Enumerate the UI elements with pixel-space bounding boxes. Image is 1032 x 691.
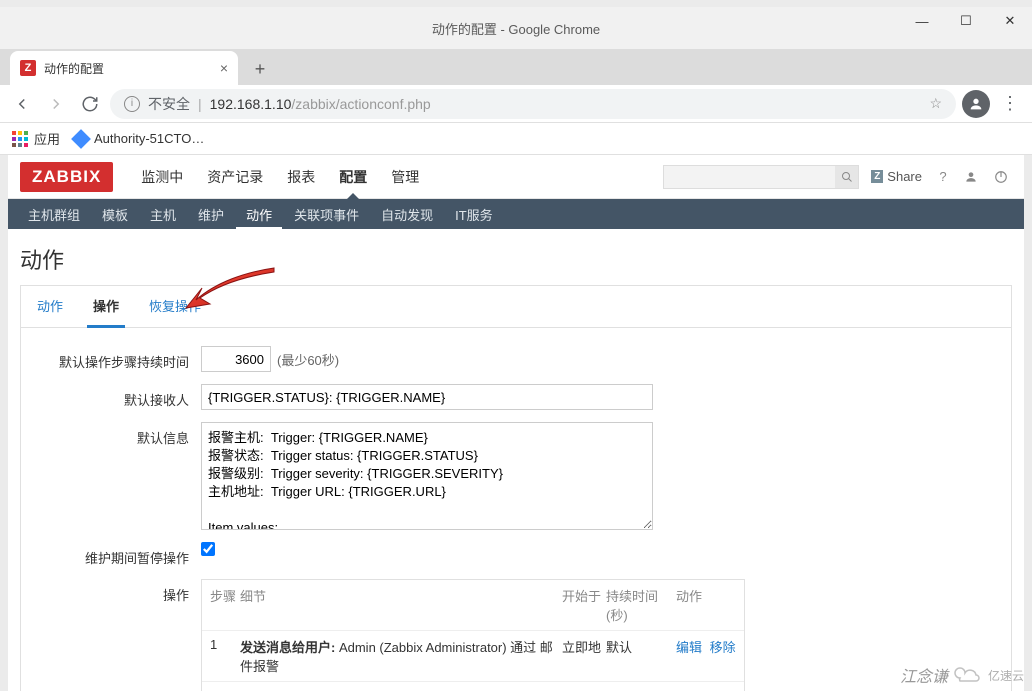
operations-form: 默认操作步骤持续时间 (最少60秒) 默认接收人 默认信息 报警主机: bbox=[21, 328, 1011, 691]
ops-row-step: 1 bbox=[210, 637, 240, 675]
main-menu-inventory[interactable]: 资产记录 bbox=[197, 155, 273, 199]
ops-row-detail: 发送消息给用户: Admin (Zabbix Administrator) 通过… bbox=[240, 637, 562, 675]
minimize-button[interactable]: — bbox=[900, 7, 944, 35]
search-input[interactable] bbox=[664, 170, 835, 184]
window-title-bar: 动作的配置 - Google Chrome — ☐ ✕ bbox=[0, 7, 1032, 49]
tab-title: 动作的配置 bbox=[44, 60, 212, 77]
reload-button[interactable] bbox=[76, 90, 104, 118]
main-menu-admin[interactable]: 管理 bbox=[381, 155, 429, 199]
browser-tabs: Z 动作的配置 × + bbox=[0, 49, 1032, 85]
bookmark-star-icon[interactable]: ☆ bbox=[929, 95, 942, 112]
recipient-label: 默认接收人 bbox=[39, 384, 201, 409]
ops-head-step: 步骤 bbox=[210, 586, 240, 624]
url-text: 192.168.1.10/zabbix/actionconf.php bbox=[210, 96, 431, 112]
ops-head-dur: 持续时间(秒) bbox=[606, 586, 676, 624]
sub-menu-actions[interactable]: 动作 bbox=[236, 199, 282, 230]
ops-row-dur: 默认 bbox=[606, 637, 676, 675]
new-tab-button[interactable]: + bbox=[246, 55, 274, 83]
apps-shortcut[interactable]: 应用 bbox=[12, 129, 60, 148]
sub-menu-itservices[interactable]: IT服务 bbox=[445, 199, 503, 230]
watermark: 江念谦 亿速云 bbox=[900, 663, 1024, 687]
ops-row: 1 发送消息给用户: Admin (Zabbix Administrator) … bbox=[202, 630, 744, 681]
zabbix-logo[interactable]: ZABBIX bbox=[20, 162, 113, 192]
duration-label: 默认操作步骤持续时间 bbox=[39, 346, 201, 371]
ops-row-start: 立即地 bbox=[562, 637, 606, 675]
back-button[interactable] bbox=[8, 90, 36, 118]
bookmark-item[interactable]: Authority-51CTO… bbox=[74, 131, 204, 146]
sub-menu-correlation[interactable]: 关联项事件 bbox=[284, 199, 369, 230]
form-tabs: 动作 操作 恢复操作 bbox=[21, 286, 1011, 328]
main-menu: 监测中 资产记录 报表 配置 管理 bbox=[131, 155, 429, 199]
message-label: 默认信息 bbox=[39, 422, 201, 447]
pause-checkbox[interactable] bbox=[201, 542, 215, 556]
tab-close-icon[interactable]: × bbox=[220, 60, 228, 76]
sub-menu-templates[interactable]: 模板 bbox=[92, 199, 138, 230]
sub-menu-discovery[interactable]: 自动发现 bbox=[371, 199, 443, 230]
apps-grid-icon bbox=[12, 131, 28, 147]
duration-hint: (最少60秒) bbox=[277, 350, 339, 369]
main-menu-config[interactable]: 配置 bbox=[329, 155, 377, 199]
insecure-label: 不安全 bbox=[148, 94, 190, 114]
browser-tab[interactable]: Z 动作的配置 × bbox=[10, 51, 238, 85]
tab-action[interactable]: 动作 bbox=[31, 286, 69, 327]
ops-edit-link[interactable]: 编辑 bbox=[676, 640, 702, 655]
window-title: 动作的配置 - Google Chrome bbox=[432, 19, 600, 38]
search-button[interactable] bbox=[835, 166, 858, 188]
chrome-menu-button[interactable]: ⋮ bbox=[996, 90, 1024, 118]
search-box bbox=[663, 165, 859, 189]
user-icon[interactable] bbox=[964, 170, 982, 184]
profile-button[interactable] bbox=[962, 90, 990, 118]
site-info-icon[interactable]: i bbox=[124, 96, 140, 112]
sub-menu-hostgroups[interactable]: 主机群组 bbox=[18, 199, 90, 230]
pause-label: 维护期间暂停操作 bbox=[39, 542, 201, 567]
bookmark-favicon-icon bbox=[71, 129, 91, 149]
address-bar-row: i 不安全 | 192.168.1.10/zabbix/actionconf.p… bbox=[0, 85, 1032, 123]
zabbix-header: ZABBIX 监测中 资产记录 报表 配置 管理 Z Share bbox=[8, 155, 1024, 199]
message-textarea[interactable]: 报警主机: Trigger: {TRIGGER.NAME} 报警状态: Trig… bbox=[201, 422, 653, 530]
page-title: 动作 bbox=[8, 229, 1024, 285]
help-icon[interactable]: ? bbox=[934, 169, 952, 184]
share-button[interactable]: Z Share bbox=[871, 169, 922, 184]
ops-table: 步骤 细节 开始于 持续时间(秒) 动作 1 发送消息给用户: Admin (Z… bbox=[201, 579, 745, 691]
forward-button[interactable] bbox=[42, 90, 70, 118]
ops-head-detail: 细节 bbox=[240, 586, 562, 624]
address-bar[interactable]: i 不安全 | 192.168.1.10/zabbix/actionconf.p… bbox=[110, 89, 956, 119]
content-panel: 动作 操作 恢复操作 默认操作步骤持续时间 (最少60秒) 默认接 bbox=[20, 285, 1012, 691]
tab-recovery[interactable]: 恢复操作 bbox=[143, 286, 207, 327]
logout-icon[interactable] bbox=[994, 170, 1012, 184]
ops-head-start: 开始于 bbox=[562, 586, 606, 624]
duration-input[interactable] bbox=[201, 346, 271, 372]
maximize-button[interactable]: ☐ bbox=[944, 7, 988, 35]
ops-head-act: 动作 bbox=[676, 586, 736, 624]
ops-remove-link[interactable]: 移除 bbox=[710, 640, 736, 655]
bookmarks-bar: 应用 Authority-51CTO… bbox=[0, 123, 1032, 155]
sub-menu-hosts[interactable]: 主机 bbox=[140, 199, 186, 230]
ops-label: 操作 bbox=[39, 579, 201, 604]
page-content: ZABBIX 监测中 资产记录 报表 配置 管理 Z Share bbox=[8, 155, 1024, 691]
tab-operations[interactable]: 操作 bbox=[87, 286, 125, 328]
sub-menu: 主机群组 模板 主机 维护 动作 关联项事件 自动发现 IT服务 bbox=[8, 199, 1024, 229]
sub-menu-maintenance[interactable]: 维护 bbox=[188, 199, 234, 230]
window-close-button[interactable]: ✕ bbox=[988, 7, 1032, 35]
tab-favicon-icon: Z bbox=[20, 60, 36, 76]
main-menu-monitoring[interactable]: 监测中 bbox=[131, 155, 193, 199]
main-menu-reports[interactable]: 报表 bbox=[277, 155, 325, 199]
watermark-logo-icon bbox=[954, 666, 982, 684]
recipient-input[interactable] bbox=[201, 384, 653, 410]
ops-row-actions: 编辑 移除 bbox=[676, 637, 736, 675]
